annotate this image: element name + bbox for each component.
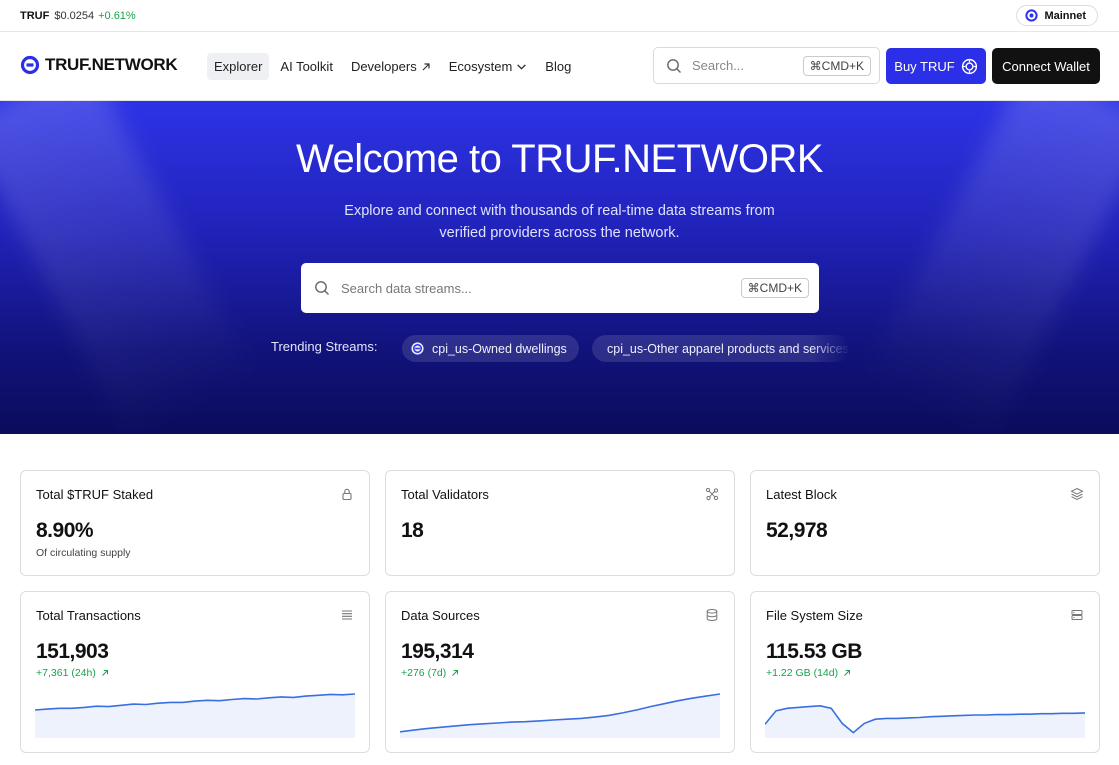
nav-ecosystem[interactable]: Ecosystem xyxy=(442,53,535,80)
brand-logo[interactable]: TRUF.NETWORK xyxy=(20,55,178,75)
nav-ai-toolkit[interactable]: AI Toolkit xyxy=(273,53,340,80)
connect-wallet-label: Connect Wallet xyxy=(1002,58,1090,74)
nav-blog[interactable]: Blog xyxy=(538,53,578,80)
stat-title: Latest Block xyxy=(766,487,837,502)
buy-truf-button[interactable]: Buy TRUF xyxy=(886,48,986,84)
network-selector[interactable]: Mainnet xyxy=(1016,5,1098,26)
external-link-icon xyxy=(422,62,430,70)
nav-developers[interactable]: Developers xyxy=(344,53,438,80)
header-search[interactable]: ⌘CMD+K xyxy=(653,47,880,84)
stat-card-validators[interactable]: Total Validators 18 xyxy=(385,470,735,576)
stat-title: Data Sources xyxy=(401,608,480,623)
database-icon xyxy=(706,609,718,621)
stat-value: 151,903 xyxy=(36,640,109,663)
hero-banner: Welcome to TRUF.NETWORK Explore and conn… xyxy=(0,101,1119,434)
sparkline-area xyxy=(765,705,1085,738)
nav-label: Explorer xyxy=(214,59,263,74)
stat-subtext: Of circulating supply xyxy=(36,547,131,559)
trending-stream-chip[interactable]: cpi_us-Other apparel products and servic… xyxy=(592,335,850,362)
trending-stream-label: cpi_us-Owned dwellings xyxy=(432,341,567,356)
trending-stream-label: cpi_us-Other apparel products and servic… xyxy=(607,341,849,356)
stat-value: 52,978 xyxy=(766,519,828,542)
stat-card-latest-block[interactable]: Latest Block 52,978 xyxy=(750,470,1100,576)
nav-explorer[interactable]: Explorer xyxy=(207,53,270,80)
ticker-change: +0.61% xyxy=(98,9,136,22)
stat-card-staked[interactable]: Total $TRUF Staked 8.90% Of circulating … xyxy=(20,470,370,576)
trending-stream-chip[interactable]: cpi_us-Owned dwellings xyxy=(402,335,579,362)
truf-logo-icon xyxy=(411,342,424,355)
stat-value: 18 xyxy=(401,519,424,542)
ticker-symbol: TRUF xyxy=(20,9,50,22)
hero-title: Welcome to TRUF.NETWORK xyxy=(295,137,824,181)
stat-delta-text: +7,361 (24h) xyxy=(36,667,96,679)
search-icon xyxy=(315,281,329,295)
stat-card-data-sources[interactable]: Data Sources 195,314 +276 (7d) xyxy=(385,591,735,753)
main-nav: Explorer AI Toolkit Developers Ecosystem… xyxy=(207,53,578,80)
search-shortcut: ⌘CMD+K xyxy=(740,278,809,298)
lock-icon xyxy=(342,488,352,501)
stat-value: 8.90% xyxy=(36,519,94,542)
stat-value: 115.53 GB xyxy=(766,640,862,663)
sparkline-area xyxy=(400,694,720,738)
nav-label: Ecosystem xyxy=(448,59,513,74)
header-search-input[interactable] xyxy=(692,58,792,73)
sparkline-chart xyxy=(400,693,720,738)
network-label: Mainnet xyxy=(1044,9,1086,22)
stat-title: Total $TRUF Staked xyxy=(36,487,154,502)
price-ticker: TRUF $0.0254 +0.61% Mainnet xyxy=(0,0,1119,32)
sparkline-chart xyxy=(35,693,355,738)
arrow-up-right-icon xyxy=(452,670,459,676)
nav-label: Blog xyxy=(545,59,572,74)
search-icon xyxy=(667,58,681,73)
stat-card-transactions[interactable]: Total Transactions 151,903 +7,361 (24h) xyxy=(20,591,370,753)
sparkline-chart xyxy=(765,704,1085,738)
stat-delta-text: +1.22 GB (14d) xyxy=(766,667,839,679)
trending-label: Trending Streams: xyxy=(271,339,378,354)
main-header: TRUF.NETWORK Explorer AI Toolkit Develop… xyxy=(0,32,1119,101)
stat-delta: +7,361 (24h) xyxy=(36,667,109,679)
stat-title: Total Validators xyxy=(401,487,489,502)
server-icon xyxy=(1071,610,1083,620)
stat-card-file-system[interactable]: File System Size 115.53 GB +1.22 GB (14d… xyxy=(750,591,1100,753)
brand-name: TRUF.NETWORK xyxy=(45,55,178,74)
stat-title: Total Transactions xyxy=(36,608,141,623)
stat-delta-text: +276 (7d) xyxy=(401,667,447,679)
stat-title: File System Size xyxy=(766,608,863,623)
arrow-up-right-icon xyxy=(844,670,851,676)
chevron-down-icon xyxy=(517,64,527,70)
nav-label: AI Toolkit xyxy=(280,59,333,74)
stat-delta: +1.22 GB (14d) xyxy=(766,667,851,679)
stat-delta: +276 (7d) xyxy=(401,667,459,679)
truf-logo-icon xyxy=(20,55,40,75)
ticker-price: $0.0254 xyxy=(54,9,95,22)
truf-logo-icon xyxy=(1025,9,1039,22)
buy-truf-label: Buy TRUF xyxy=(894,58,955,74)
list-icon xyxy=(342,610,352,620)
arrow-up-right-icon xyxy=(101,670,108,676)
truf-coin-icon xyxy=(961,58,977,74)
hero-subtitle: Explore and connect with thousands of re… xyxy=(344,203,775,241)
stream-search[interactable]: ⌘CMD+K xyxy=(301,263,819,313)
nav-label: Developers xyxy=(350,59,417,74)
network-nodes-icon xyxy=(705,487,719,501)
stat-value: 195,314 xyxy=(401,640,474,663)
connect-wallet-button[interactable]: Connect Wallet xyxy=(992,48,1100,84)
search-shortcut: ⌘CMD+K xyxy=(802,55,871,76)
stream-search-input[interactable] xyxy=(341,280,721,296)
layers-icon xyxy=(1070,487,1084,501)
